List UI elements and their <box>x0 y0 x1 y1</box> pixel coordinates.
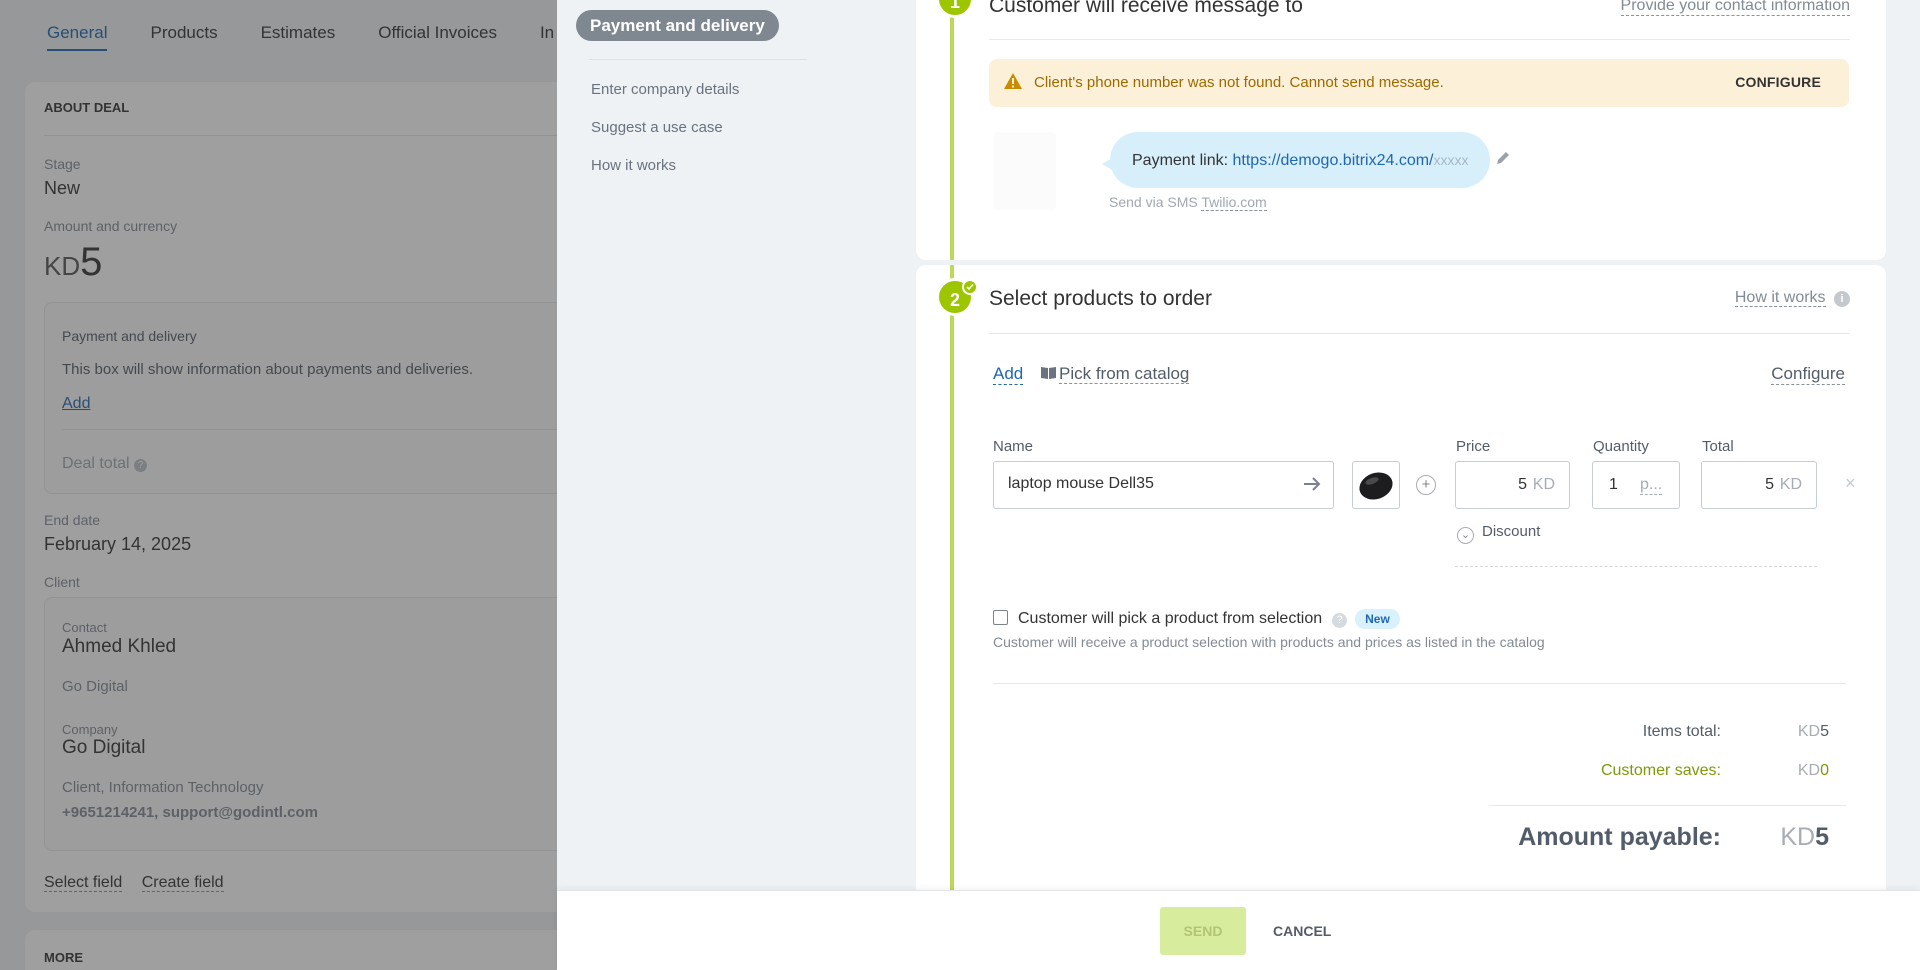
quantity-unit[interactable]: p... <box>1640 476 1663 495</box>
customer-saves-number: 0 <box>1820 762 1829 779</box>
amount-payable-currency: KD <box>1780 823 1816 851</box>
price-value: 5 <box>1518 476 1527 493</box>
how-it-works-label: How it works <box>1734 289 1826 307</box>
divider <box>589 59 807 60</box>
step-1-panel: 1 Customer will receive message to Provi… <box>916 0 1886 260</box>
mouse-image <box>1359 472 1393 500</box>
quantity-input[interactable]: 1 p... <box>1592 461 1680 509</box>
slider-menu: Payment and delivery Enter company detai… <box>557 0 897 890</box>
menu-item-use-case[interactable]: Suggest a use case <box>591 119 723 136</box>
total-currency: KD <box>1779 476 1802 493</box>
new-badge: New <box>1355 609 1400 629</box>
payment-slider: Payment and delivery Enter company detai… <box>557 0 1920 970</box>
pick-from-catalog-label: Pick from catalog <box>1059 364 1190 384</box>
discount-toggle[interactable]: ⌄ Discount <box>1457 523 1540 544</box>
items-total-currency: KD <box>1797 723 1821 740</box>
price-currency: KD <box>1532 476 1555 493</box>
payment-link-label: Payment link: <box>1132 152 1229 169</box>
amount-payable-value: KD5 <box>1780 823 1829 852</box>
plus-icon[interactable]: + <box>1416 475 1436 495</box>
total-column-label: Total <box>1702 438 1734 455</box>
divider <box>993 683 1846 684</box>
chevron-down-icon: ⌄ <box>1457 527 1474 544</box>
product-image[interactable] <box>1352 461 1400 509</box>
slider-content: 1 Customer will receive message to Provi… <box>916 0 1886 905</box>
step-line <box>950 265 954 905</box>
add-product-link[interactable]: Add <box>993 364 1024 385</box>
send-via-label: Send via SMS <box>1109 194 1198 210</box>
book-icon <box>1041 367 1056 379</box>
customer-saves-label: Customer saves: <box>1600 762 1721 779</box>
warning-icon <box>1004 73 1022 89</box>
cancel-button[interactable]: CANCEL <box>1265 907 1339 955</box>
product-name-value: laptop mouse Dell35 <box>1008 475 1154 492</box>
step-2-panel: 2 Select products to order How it works … <box>916 265 1886 905</box>
pencil-icon[interactable] <box>1495 150 1511 166</box>
provide-contact-link[interactable]: Provide your contact information <box>1620 0 1850 16</box>
divider <box>1489 805 1846 806</box>
close-icon[interactable]: × <box>1845 473 1856 494</box>
warning-text: Client's phone number was not found. Can… <box>1034 74 1444 91</box>
modal-overlay[interactable] <box>0 0 557 970</box>
product-name-input[interactable]: laptop mouse Dell35 <box>993 461 1334 509</box>
pick-from-selection-row: Customer will pick a product from select… <box>993 609 1400 629</box>
step-1-title: Customer will receive message to <box>989 0 1303 17</box>
quantity-column-label: Quantity <box>1593 438 1649 455</box>
items-total-label: Items total: <box>1642 723 1721 740</box>
discount-label: Discount <box>1482 523 1541 540</box>
price-input[interactable]: 5 KD <box>1455 461 1570 509</box>
send-button[interactable]: SEND <box>1160 907 1246 955</box>
check-icon <box>962 279 978 295</box>
step-2-title: Select products to order <box>989 287 1212 310</box>
divider <box>1455 566 1817 567</box>
amount-payable-label: Amount payable: <box>1518 823 1721 851</box>
menu-item-company-details[interactable]: Enter company details <box>591 81 739 98</box>
info-icon: i <box>1834 291 1850 307</box>
slider-footer: SEND CANCEL <box>557 890 1920 970</box>
divider <box>989 39 1850 40</box>
step-line <box>950 0 954 260</box>
menu-item-how-it-works[interactable]: How it works <box>591 157 676 174</box>
payment-link-mask: xxxxx <box>1433 152 1469 168</box>
items-total-value: KD5 <box>1798 723 1829 741</box>
items-total-number: 5 <box>1820 723 1829 740</box>
message-bubble: Payment link: https://demogo.bitrix24.co… <box>1110 132 1491 188</box>
send-via-line: Send via SMS Twilio.com <box>1109 194 1267 211</box>
payment-link-url[interactable]: https://demogo.bitrix24.com/ <box>1233 152 1434 169</box>
pick-from-selection-checkbox[interactable] <box>993 610 1008 625</box>
name-column-label: Name <box>993 438 1034 455</box>
pick-from-selection-label[interactable]: Customer will pick a product from select… <box>1018 610 1322 627</box>
divider <box>989 333 1850 334</box>
customer-saves-currency: KD <box>1797 762 1821 779</box>
deal-page: General Products Estimates Official Invo… <box>0 0 560 970</box>
how-it-works-link[interactable]: How it works i <box>1734 289 1850 307</box>
pick-from-catalog-link[interactable]: Pick from catalog <box>1040 364 1190 384</box>
step-1-badge: 1 <box>936 0 974 18</box>
configure-link[interactable]: Configure <box>1771 364 1845 385</box>
sms-provider-link[interactable]: Twilio.com <box>1201 194 1267 211</box>
menu-item-payment-delivery[interactable]: Payment and delivery <box>576 10 779 41</box>
sender-avatar <box>994 132 1056 210</box>
quantity-value: 1 <box>1609 476 1618 493</box>
pick-from-selection-description: Customer will receive a product selectio… <box>993 634 1545 650</box>
configure-button[interactable]: CONFIGURE <box>1735 74 1821 90</box>
arrow-right-icon[interactable] <box>1301 473 1323 495</box>
total-input: 5 KD <box>1701 461 1817 509</box>
question-icon[interactable]: ? <box>1332 613 1348 628</box>
amount-payable-number: 5 <box>1815 823 1829 851</box>
price-column-label: Price <box>1456 438 1491 455</box>
customer-saves-value: KD0 <box>1798 762 1829 780</box>
warning-banner: Client's phone number was not found. Can… <box>989 59 1849 107</box>
total-value: 5 <box>1765 476 1774 493</box>
